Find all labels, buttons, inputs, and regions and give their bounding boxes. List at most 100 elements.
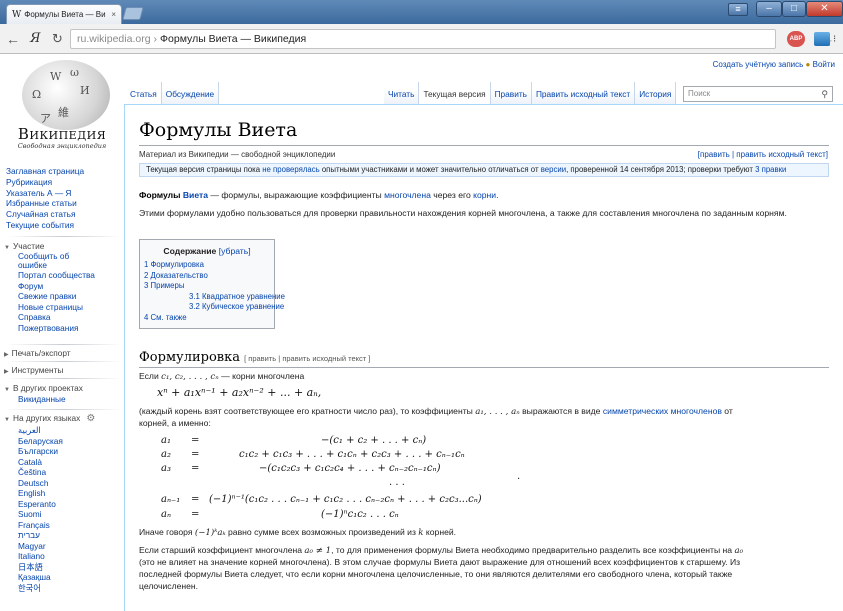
menu-icon[interactable]: ⁝ — [833, 34, 836, 45]
notice-link[interactable]: версии — [541, 165, 566, 174]
tab-close-icon[interactable]: × — [111, 10, 116, 19]
heading-divider — [139, 367, 829, 368]
adblock-icon[interactable]: ABP — [787, 31, 805, 47]
sidebar-item[interactable]: Новые страницы — [18, 302, 95, 313]
section-edit-links[interactable]: [ править | править исходный текст ] — [244, 354, 370, 363]
sidebar-section-print[interactable]: ▶ Печать/экспорт — [4, 348, 71, 358]
sidebar-item[interactable]: Текущие события — [6, 220, 84, 231]
window-menu-button[interactable]: ≡ — [728, 3, 748, 16]
language-link[interactable]: Қазақша — [18, 572, 63, 583]
gear-icon[interactable]: ⚙ — [86, 413, 95, 424]
search-icon[interactable]: ⚲ — [821, 87, 828, 101]
notice-link[interactable]: 3 правки — [755, 165, 786, 174]
roots-link[interactable]: корни — [473, 190, 496, 200]
math: (−1)ⁿc₁c₂ . . . cₙ — [321, 509, 399, 520]
toc-item[interactable]: 2 Доказательство — [144, 271, 270, 282]
sidebar-item[interactable]: Заглавная страница — [6, 166, 84, 177]
wikipedia-globe-logo[interactable]: W Ω И 維 ω ア — [22, 60, 110, 130]
math: aₙ₋₁ — [161, 494, 181, 505]
reload-icon[interactable]: ↻ — [52, 31, 63, 47]
sidebar-item[interactable]: ошибке — [18, 261, 95, 270]
sidebar-item[interactable]: Портал сообщества — [18, 270, 95, 281]
notice-link[interactable]: не проверялась — [262, 165, 319, 174]
browser-tab[interactable]: W Формулы Виета — Ви × — [6, 4, 122, 24]
sidebar-item[interactable]: Указатель А — Я — [6, 188, 84, 199]
page-edit-links[interactable]: [править | править исходный текст] — [698, 150, 828, 159]
create-account-link[interactable]: Создать учётную запись — [713, 60, 804, 69]
tab-article[interactable]: Статья — [126, 82, 162, 104]
language-link[interactable]: Deutsch — [18, 478, 63, 489]
eq-lhs: a₂ — [161, 449, 171, 460]
sidebar-item[interactable]: Пожертвования — [18, 323, 95, 334]
language-link[interactable]: Esperanto — [18, 499, 63, 510]
maximize-button[interactable]: □ — [782, 1, 806, 17]
symmetric-polynomials-link[interactable]: симметрических многочленов — [603, 406, 722, 416]
close-window-button[interactable]: ✕ — [806, 1, 843, 17]
new-tab-button[interactable] — [122, 7, 144, 20]
sidebar-languages-list: العربية Беларуская Български Català Češt… — [18, 425, 63, 593]
vieta-link[interactable]: Виета — [183, 190, 208, 200]
language-link[interactable]: Magyar — [18, 541, 63, 552]
text: Иначе говоря — [139, 527, 195, 537]
heading-text: Формулировка — [139, 350, 240, 365]
tab-history[interactable]: История — [635, 82, 677, 104]
language-link[interactable]: العربية — [18, 425, 63, 436]
sidebar-item[interactable]: Рубрикация — [6, 177, 84, 188]
eq-dot: . — [517, 471, 521, 482]
extension-icon[interactable] — [814, 32, 830, 46]
yandex-icon[interactable]: Я — [30, 31, 41, 46]
language-link[interactable]: Català — [18, 457, 63, 468]
view-tabs: Читать Текущая версия Править Править ис… — [384, 82, 677, 104]
sidebar-item[interactable]: Справка — [18, 312, 95, 323]
math: a₀ ≠ 1 — [304, 546, 332, 556]
sidebar-section-tools[interactable]: ▶ Инструменты — [4, 365, 63, 375]
tab-current-version[interactable]: Текущая версия — [419, 82, 491, 104]
sidebar-section-projects[interactable]: ▼ В других проектах — [4, 383, 83, 393]
sidebar-item[interactable]: Викиданные — [18, 394, 66, 405]
toc-item[interactable]: 3.2 Кубическое уравнение — [144, 302, 284, 313]
eq-rhs: (−1)ⁿ⁻¹(c₁c₂ . . . cₙ₋₁ + c₁c₂ . . . cₙ₋… — [209, 494, 482, 505]
sidebar-item[interactable]: Случайная статья — [6, 209, 84, 220]
toc-title: Содержание — [163, 246, 217, 256]
sidebar-main-nav: Заглавная страница Рубрикация Указатель … — [6, 166, 84, 231]
language-link[interactable]: 한국어 — [18, 583, 63, 594]
language-link[interactable]: Беларуская — [18, 436, 63, 447]
back-arrow-icon[interactable]: ← — [6, 31, 20, 47]
tab-edit[interactable]: Править — [490, 82, 532, 104]
toc-item[interactable]: 1 Формулировка — [144, 260, 270, 271]
minimize-button[interactable]: – — [756, 1, 782, 17]
tab-read[interactable]: Читать — [384, 82, 420, 104]
url-page-title: Формулы Виета — Википедия — [160, 33, 307, 45]
collapsed-triangle-icon: ▶ — [4, 352, 9, 358]
toc-item[interactable]: 3.1 Квадратное уравнение — [144, 292, 285, 303]
tab-title: Формулы Виета — Ви — [24, 10, 106, 19]
language-link[interactable]: עברית — [18, 530, 63, 541]
language-link[interactable]: Italiano — [18, 551, 63, 562]
login-link[interactable]: Войти — [813, 60, 835, 69]
sidebar-divider — [6, 378, 122, 379]
toc-item[interactable]: 4 См. также — [144, 313, 270, 324]
sidebar-item[interactable]: Избранные статьи — [6, 198, 84, 209]
sidebar-item[interactable]: Форум — [18, 281, 95, 292]
tab-talk[interactable]: Обсуждение — [161, 82, 220, 104]
polynomial-link[interactable]: многочлена — [384, 190, 431, 200]
language-link[interactable]: Français — [18, 520, 63, 531]
language-link[interactable]: Čeština — [18, 467, 63, 478]
sidebar-section-participation[interactable]: ▼ Участие — [4, 241, 44, 251]
language-link[interactable]: Български — [18, 446, 63, 457]
leading-coefficient-line-3: последней формулы Виета следует, что есл… — [139, 569, 733, 579]
language-link[interactable]: English — [18, 488, 63, 499]
toc-item[interactable]: 3 Примеры — [144, 281, 270, 292]
math: a₃ — [161, 463, 171, 474]
text: выражаются в виде — [519, 406, 603, 416]
language-link[interactable]: Suomi — [18, 509, 63, 520]
language-link[interactable]: 日本語 — [18, 562, 63, 573]
sidebar-section-languages[interactable]: ▼ На других языках ⚙ — [4, 413, 95, 424]
toc-hide-link[interactable]: [убрать] — [219, 246, 251, 256]
eq-lhs: aₙ₋₁ — [161, 494, 180, 505]
tab-edit-source[interactable]: Править исходный текст — [531, 82, 636, 104]
address-bar[interactable]: ru.wikipedia.org › Формулы Виета — Википед… — [70, 29, 833, 49]
intro-paragraph: Формулы Виета — формулы, выражающие коэф… — [139, 190, 829, 202]
search-input[interactable]: Поиск ⚲ — [683, 86, 833, 102]
sidebar-item[interactable]: Свежие правки — [18, 291, 95, 302]
